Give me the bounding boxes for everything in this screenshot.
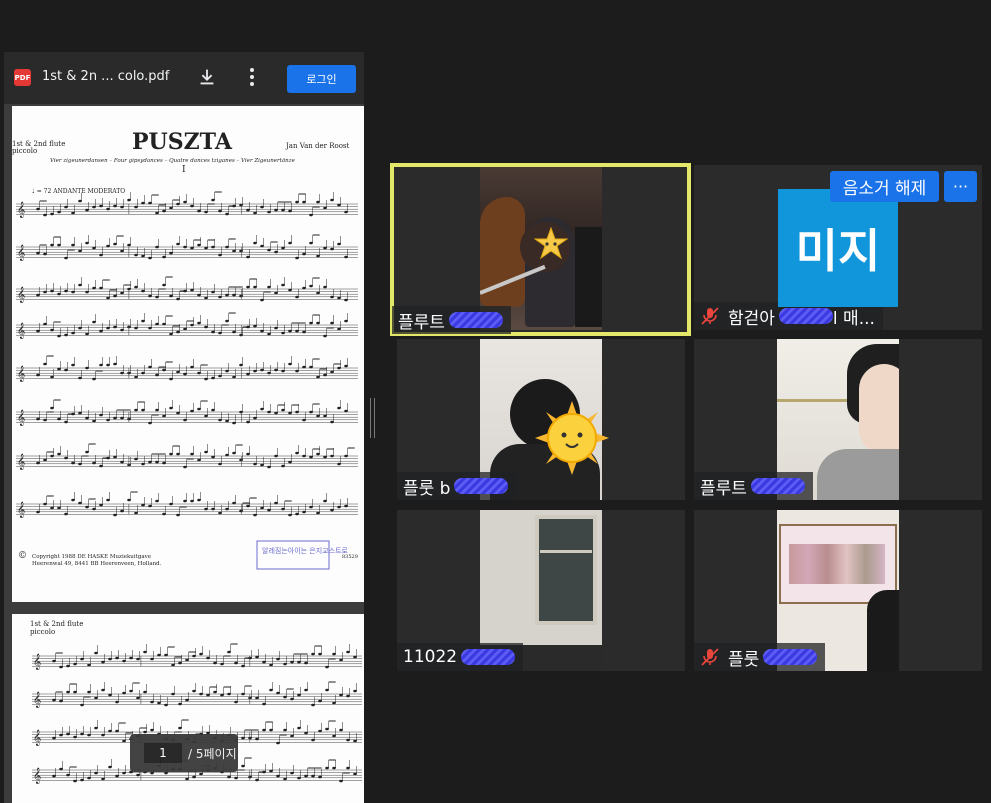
svg-text:𝄞: 𝄞 — [17, 287, 25, 303]
svg-text:𝄞: 𝄞 — [33, 654, 41, 670]
page-total: / 5페이지 — [188, 747, 237, 761]
svg-text:𝄞: 𝄞 — [17, 366, 25, 382]
mic-off-icon — [701, 648, 719, 666]
sheet-music-page: 1st & 2nd flute piccolo PUSZTA Jan Van d… — [12, 129, 358, 570]
svg-text:𝄞: 𝄞 — [33, 730, 41, 746]
movement-number: I — [182, 165, 186, 175]
participant-name-tag: 플룻 — [694, 643, 826, 671]
tile-more-options-button[interactable]: ··· — [944, 171, 977, 202]
participant-name-tag: 플루트 — [392, 306, 511, 334]
pdf-viewer: PDF 1st & 2n ... colo.pdf 로그인 1st & 2nd … — [4, 52, 364, 803]
svg-text:𝄞: 𝄞 — [17, 454, 25, 470]
sheet-music-page-2: 1st & 2nd flute piccolo 𝄞 𝄞 𝄞 𝄞 — [30, 620, 362, 784]
copyright-line: Copyright 1988 DE HASKE Muziekuitgave — [32, 554, 151, 560]
star-sticker-icon — [534, 227, 568, 260]
svg-text:𝄞: 𝄞 — [17, 202, 25, 218]
part-label-2: 1st & 2nd flute — [30, 620, 83, 628]
svg-text:𝄞: 𝄞 — [17, 410, 25, 426]
score-subtitle: Vier zigeunerdansen – Four gipsydances –… — [50, 158, 296, 164]
publisher-address: Heerenwal 49, 8441 BB Heerenveen, Hollan… — [32, 561, 162, 567]
video-tile-1[interactable]: 플루트 — [390, 163, 691, 336]
part-sub-2: piccolo — [30, 628, 55, 636]
svg-text:𝄞: 𝄞 — [33, 768, 41, 784]
download-icon[interactable] — [196, 66, 218, 88]
unmute-button[interactable]: 음소거 해제 — [830, 171, 939, 202]
sun-sticker-icon — [535, 401, 609, 475]
participant-name-tag: 11022 — [397, 643, 524, 671]
video-tile-5[interactable]: 11022 — [397, 510, 685, 671]
participant-name-tag: 플룻 b — [397, 472, 517, 500]
tempo-marking: ♩ = 72 ANDANTE MODERATO — [32, 188, 125, 195]
pdf-filename: 1st & 2n ... colo.pdf — [42, 69, 170, 84]
panel-resize-handle[interactable] — [370, 398, 375, 438]
pdf-page-2: 1st & 2nd flute piccolo 𝄞 𝄞 𝄞 𝄞 — [12, 614, 364, 803]
participant-avatar: 미지 — [778, 189, 898, 307]
library-stamp: 알레짐는아이는 은지교스트로 — [262, 546, 349, 555]
video-tile-6[interactable]: 플룻 — [694, 510, 982, 671]
pdf-page-1: 1st & 2nd flute piccolo PUSZTA Jan Van d… — [12, 106, 364, 602]
part-sub: piccolo — [12, 147, 37, 155]
more-vert-icon[interactable] — [242, 66, 262, 88]
svg-text:𝄞: 𝄞 — [17, 323, 25, 339]
svg-text:𝄞: 𝄞 — [17, 502, 25, 518]
pdf-toolbar: PDF 1st & 2n ... colo.pdf 로그인 — [4, 52, 364, 104]
pdf-file-icon: PDF — [14, 69, 31, 86]
page-number-input[interactable]: 1 — [144, 743, 182, 763]
video-tile-3[interactable]: 플룻 b — [397, 339, 685, 500]
page-indicator: 1 / 5페이지 — [130, 734, 238, 772]
catalog-code: 83529 — [342, 554, 358, 560]
login-button[interactable]: 로그인 — [287, 65, 356, 93]
composer: Jan Van der Roost — [285, 142, 350, 150]
svg-text:©: © — [18, 551, 27, 561]
svg-text:𝄞: 𝄞 — [17, 245, 25, 261]
video-tile-4[interactable]: 플루트 — [694, 339, 982, 500]
score-title: PUSZTA — [132, 129, 233, 155]
mic-off-icon — [701, 307, 719, 325]
participant-name-tag: 플루트 — [694, 472, 813, 500]
svg-text:𝄞: 𝄞 — [33, 692, 41, 708]
